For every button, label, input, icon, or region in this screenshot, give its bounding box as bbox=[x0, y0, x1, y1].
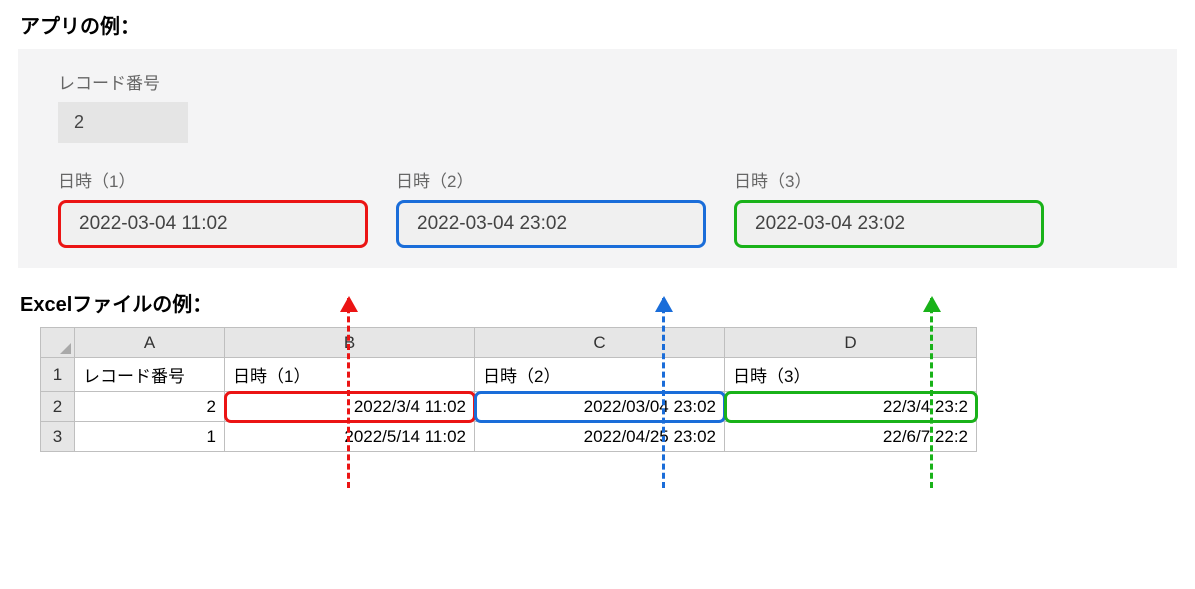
datetime-value-2: 2022-03-04 23:02 bbox=[396, 200, 706, 248]
arrow-green bbox=[930, 298, 933, 488]
app-panel: レコード番号 2 日時（1） 2022-03-04 11:02 日時（2） 20… bbox=[18, 49, 1177, 268]
datetime-row: 日時（1） 2022-03-04 11:02 日時（2） 2022-03-04 … bbox=[58, 167, 1137, 248]
cell-A3: 1 bbox=[75, 422, 225, 452]
col-head-C: C bbox=[475, 328, 725, 358]
col-head-D: D bbox=[725, 328, 977, 358]
cell-C1: 日時（2） bbox=[475, 358, 725, 392]
cell-D3: 22/6/7 22:2 bbox=[725, 422, 977, 452]
cell-C2: 2022/03/04 23:02 bbox=[475, 392, 725, 422]
datetime-label-3: 日時（3） bbox=[734, 167, 1044, 192]
excel-table: A B C D 1 レコード番号 日時（1） 日時（2） 日時（3） 2 2 2… bbox=[40, 327, 977, 452]
cell-A2: 2 bbox=[75, 392, 225, 422]
datetime-label-1: 日時（1） bbox=[58, 167, 368, 192]
datetime-value-3: 2022-03-04 23:02 bbox=[734, 200, 1044, 248]
row-head-2: 2 bbox=[41, 392, 75, 422]
datetime-field-2: 日時（2） 2022-03-04 23:02 bbox=[396, 167, 706, 248]
record-label: レコード番号 bbox=[58, 69, 1137, 94]
datetime-field-1: 日時（1） 2022-03-04 11:02 bbox=[58, 167, 368, 248]
heading-app: アプリの例： bbox=[20, 10, 1175, 39]
record-value: 2 bbox=[58, 102, 188, 143]
cell-D2: 22/3/4 23:2 bbox=[725, 392, 977, 422]
cell-A1: レコード番号 bbox=[75, 358, 225, 392]
datetime-field-3: 日時（3） 2022-03-04 23:02 bbox=[734, 167, 1044, 248]
heading-excel: Excelファイルの例： bbox=[20, 288, 1175, 317]
cell-C3: 2022/04/25 23:02 bbox=[475, 422, 725, 452]
arrow-blue bbox=[662, 298, 665, 488]
excel-corner bbox=[41, 328, 75, 358]
datetime-label-2: 日時（2） bbox=[396, 167, 706, 192]
col-head-A: A bbox=[75, 328, 225, 358]
row-head-1: 1 bbox=[41, 358, 75, 392]
arrow-red bbox=[347, 298, 350, 488]
row-head-3: 3 bbox=[41, 422, 75, 452]
cell-D1: 日時（3） bbox=[725, 358, 977, 392]
datetime-value-1: 2022-03-04 11:02 bbox=[58, 200, 368, 248]
